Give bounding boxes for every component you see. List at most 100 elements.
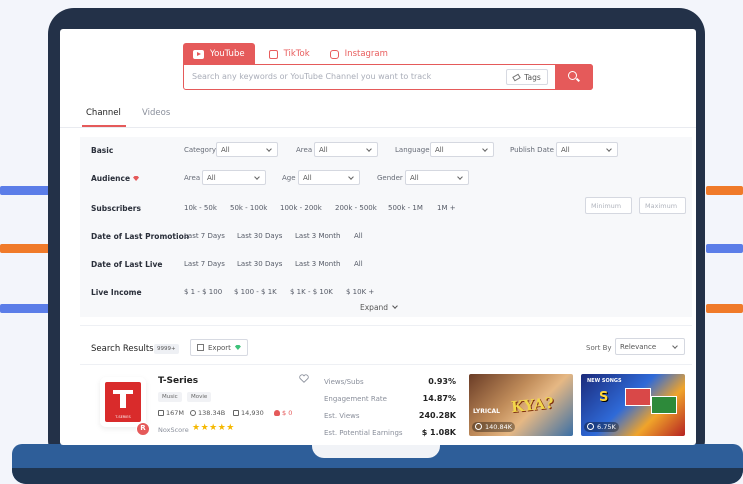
filter-row-basic: Basic Category All Area All Language All… bbox=[80, 137, 692, 165]
sort-label: Sort By bbox=[586, 344, 612, 352]
language-select[interactable]: All bbox=[430, 142, 494, 157]
export-button[interactable]: Export bbox=[190, 339, 248, 356]
channel-tag: Movie bbox=[187, 392, 212, 402]
videos-value: 14,930 bbox=[241, 409, 264, 417]
play-icon bbox=[190, 410, 196, 416]
tab-videos[interactable]: Videos bbox=[142, 108, 170, 118]
category-select[interactable]: All bbox=[216, 142, 278, 157]
video-thumbnail[interactable]: NEW SONGS S 6.75K bbox=[581, 374, 685, 436]
tab-tiktok[interactable]: TikTok bbox=[259, 43, 320, 65]
avatar-brand-text: T-SERIES bbox=[115, 415, 131, 419]
metric-label: Est. Views bbox=[324, 412, 360, 420]
live-option[interactable]: Last 30 Days bbox=[237, 260, 282, 268]
tabs-divider bbox=[60, 127, 696, 128]
subscribers-option[interactable]: 10k - 50k bbox=[184, 204, 217, 212]
money-bag-icon bbox=[274, 410, 280, 416]
tags-label: Tags bbox=[524, 72, 541, 82]
heart-icon[interactable] bbox=[299, 374, 309, 383]
chevron-down-icon bbox=[266, 146, 272, 152]
metric-value: 240.28K bbox=[418, 411, 456, 420]
age-label: Age bbox=[282, 174, 296, 182]
chevron-down-icon bbox=[457, 174, 463, 180]
income-stat: $ 0 bbox=[274, 409, 292, 417]
income-option[interactable]: $ 10K + bbox=[346, 288, 374, 296]
promotion-option[interactable]: Last 7 Days bbox=[184, 232, 225, 240]
search-input[interactable]: Search any keywords or YouTube Channel y… bbox=[192, 72, 431, 81]
subscribers-option[interactable]: 200k - 500k bbox=[335, 204, 377, 212]
subscribers-min-input[interactable]: Minimum bbox=[585, 197, 632, 214]
thumbnail-art bbox=[625, 388, 651, 406]
tab-youtube[interactable]: YouTube bbox=[183, 43, 255, 65]
filter-label: Date of Last Promotion bbox=[91, 232, 190, 241]
chevron-down-icon bbox=[366, 146, 372, 152]
metric-value: 0.93% bbox=[428, 377, 456, 386]
category-label: Category bbox=[184, 146, 216, 154]
search-icon bbox=[568, 70, 577, 80]
tab-tiktok-label: TikTok bbox=[283, 49, 310, 59]
decor-stripe bbox=[0, 244, 50, 253]
thumbnail-title-art: S bbox=[599, 390, 609, 405]
channel-avatar[interactable]: T-SERIES bbox=[105, 382, 141, 422]
income-option[interactable]: $ 1K - $ 10K bbox=[290, 288, 333, 296]
live-option[interactable]: Last 3 Month bbox=[295, 260, 340, 268]
subscribers-option[interactable]: 100k - 200k bbox=[280, 204, 322, 212]
results-title: Search Results bbox=[91, 344, 154, 354]
video-views: 140.84K bbox=[485, 423, 513, 431]
tab-instagram[interactable]: Instagram bbox=[320, 43, 398, 65]
area-value: All bbox=[319, 146, 328, 154]
filter-label: Subscribers bbox=[91, 204, 141, 213]
subscribers-icon bbox=[158, 410, 164, 416]
promotion-option[interactable]: Last 30 Days bbox=[237, 232, 282, 240]
premium-gem-icon bbox=[234, 345, 241, 350]
subscribers-option[interactable]: 50k - 100k bbox=[230, 204, 267, 212]
audience-label: Audience bbox=[91, 174, 131, 183]
premium-gem-icon bbox=[133, 176, 140, 181]
search-results-panel: Search Results 9999+ Export Sort By Rele… bbox=[80, 325, 692, 445]
filter-label: Audience bbox=[91, 174, 140, 183]
chevron-down-icon bbox=[606, 146, 612, 152]
chevron-down-icon bbox=[672, 343, 678, 349]
audience-area-label: Area bbox=[184, 174, 201, 182]
metric-label: Views/Subs bbox=[324, 378, 364, 386]
gender-select[interactable]: All bbox=[405, 170, 469, 185]
live-option[interactable]: Last 7 Days bbox=[184, 260, 225, 268]
age-select[interactable]: All bbox=[298, 170, 360, 185]
tags-button[interactable]: Tags bbox=[506, 69, 548, 85]
decor-stripe bbox=[706, 244, 743, 253]
filters-panel: Basic Category All Area All Language All… bbox=[80, 137, 692, 317]
category-value: All bbox=[221, 146, 230, 154]
subscribers-value: 167M bbox=[166, 409, 185, 417]
tab-channel[interactable]: Channel bbox=[86, 108, 121, 118]
channel-tag: Music bbox=[158, 392, 182, 402]
tab-youtube-label: YouTube bbox=[210, 49, 245, 59]
live-option[interactable]: All bbox=[354, 260, 363, 268]
search-button[interactable] bbox=[555, 63, 593, 90]
channel-name[interactable]: T-Series bbox=[158, 376, 198, 386]
promotion-option[interactable]: All bbox=[354, 232, 363, 240]
decor-stripe bbox=[0, 186, 50, 195]
subscribers-stat: 167M bbox=[158, 409, 184, 417]
subscribers-option[interactable]: 1M + bbox=[437, 204, 456, 212]
sort-select[interactable]: Relevance bbox=[615, 338, 685, 355]
video-thumbnail[interactable]: LYRICAL KYA? 140.84K bbox=[469, 374, 573, 436]
sort-value: Relevance bbox=[620, 343, 657, 351]
audience-area-select[interactable]: All bbox=[202, 170, 266, 185]
results-divider bbox=[80, 364, 692, 365]
play-icon bbox=[475, 423, 482, 430]
income-option[interactable]: $ 100 - $ 1K bbox=[234, 288, 277, 296]
tiktok-icon bbox=[268, 49, 278, 59]
area-select[interactable]: All bbox=[314, 142, 378, 157]
export-icon bbox=[197, 344, 204, 351]
filter-label: Basic bbox=[91, 146, 114, 155]
filter-row-audience: Audience Area All Age All Gender All bbox=[80, 165, 692, 193]
metric-value: 14.87% bbox=[422, 394, 456, 403]
avatar-logo-stem bbox=[120, 390, 126, 408]
promotion-option[interactable]: Last 3 Month bbox=[295, 232, 340, 240]
income-option[interactable]: $ 1 - $ 100 bbox=[184, 288, 222, 296]
subscribers-option[interactable]: 500k - 1M bbox=[388, 204, 423, 212]
publish-date-select[interactable]: All bbox=[556, 142, 618, 157]
decor-stripe bbox=[706, 186, 743, 195]
video-views: 6.75K bbox=[597, 423, 616, 431]
expand-button[interactable]: Expand bbox=[360, 303, 398, 312]
subscribers-max-input[interactable]: Maximum bbox=[639, 197, 686, 214]
